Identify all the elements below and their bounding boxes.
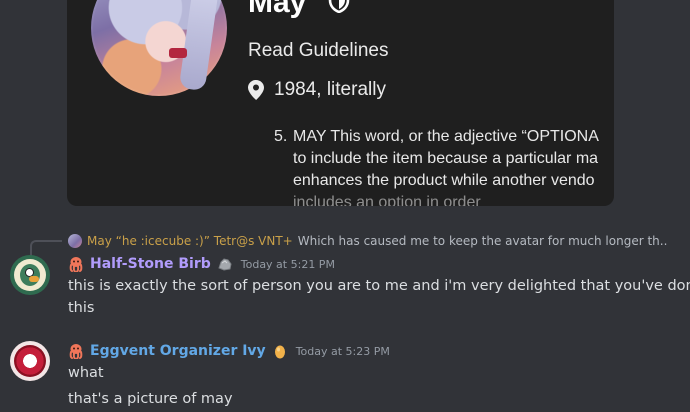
message-content: this is exactly the sort of person you a… — [68, 275, 690, 319]
embedded-image[interactable]: May Read Guidelines 1984, literally 5. MA… — [67, 0, 614, 206]
message-header: Half-Stone Birb Today at 5:21 PM — [68, 254, 335, 274]
avatar[interactable] — [10, 255, 50, 295]
message-content: what that's a picture of may — [68, 362, 233, 410]
message-timestamp[interactable]: Today at 5:21 PM — [241, 258, 335, 271]
message-author[interactable]: Eggvent Organizer Ivy — [90, 343, 266, 359]
avatar[interactable] — [10, 341, 50, 381]
spec-excerpt: 5. MAY This word, or the adjective “OPTIO… — [274, 126, 614, 206]
spec-line-4: includes an option in order — [293, 194, 481, 206]
octopus-role-icon — [69, 344, 83, 359]
spec-line-1: 5. MAY This word, or the adjective “OPTIO… — [274, 126, 614, 148]
message-author[interactable]: Half-Stone Birb — [90, 256, 211, 272]
reply-connector — [30, 240, 62, 256]
message-line: that's a picture of may — [68, 391, 233, 407]
location-text: 1984, literally — [274, 79, 386, 100]
octopus-role-icon — [69, 257, 83, 272]
egg-badge-icon — [274, 345, 285, 359]
message-line: what — [68, 365, 104, 381]
avatar-blob — [14, 345, 46, 377]
reply-author[interactable]: May “he :icecube :)” Tetr@s VNT+ — [87, 234, 293, 248]
reply-text[interactable]: Which has caused me to keep the avatar f… — [298, 234, 668, 248]
rock-badge-icon — [218, 258, 232, 271]
location-row: 1984, literally — [248, 78, 386, 102]
message-header: Eggvent Organizer Ivy Today at 5:23 PM — [68, 341, 390, 361]
profile-avatar — [91, 0, 227, 96]
list-number: 5. — [274, 128, 288, 145]
spec-line-2: to include the item because a particular… — [293, 150, 599, 167]
message-line: this is exactly the sort of person you a… — [68, 278, 690, 294]
avatar-beak — [29, 276, 39, 282]
message-timestamp[interactable]: Today at 5:23 PM — [296, 345, 390, 358]
spec-line-3: enhances the product while another vendo — [293, 172, 595, 189]
profile-name: May — [248, 0, 307, 19]
reply-reference[interactable]: May “he :icecube :)” Tetr@s VNT+ Which h… — [68, 232, 668, 250]
avatar-eye — [26, 269, 33, 276]
location-pin-icon — [248, 80, 264, 100]
message-line: this — [68, 300, 95, 316]
guidelines-link[interactable]: Read Guidelines — [248, 41, 388, 60]
shield-icon — [328, 0, 350, 13]
chat-view: May Read Guidelines 1984, literally 5. MA… — [0, 0, 690, 412]
avatar-hair — [178, 0, 222, 92]
reply-avatar[interactable] — [68, 234, 82, 248]
avatar-bow — [169, 48, 187, 58]
